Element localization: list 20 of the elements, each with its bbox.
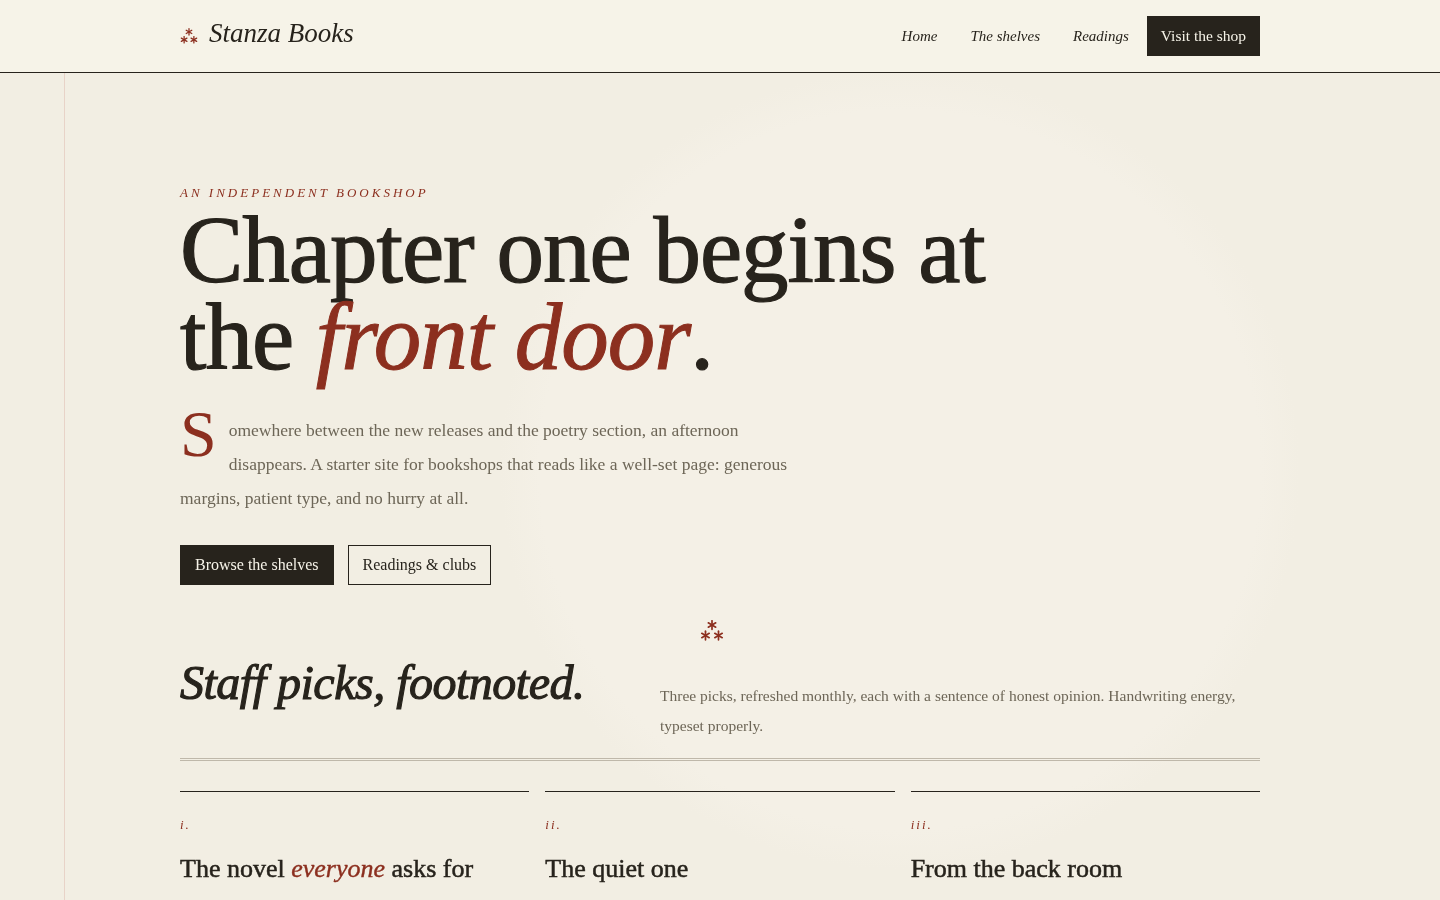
- nav-link[interactable]: The shelves: [970, 27, 1040, 45]
- hero-heading: Chapter one begins at the front door.: [180, 207, 986, 392]
- site-title[interactable]: Stanza Books: [209, 17, 354, 49]
- primary-button[interactable]: Browse the shelves: [180, 545, 334, 585]
- section-description: Three picks, refreshed monthly, each with a sentence of honest opinion. Handwriting energy, typeset properly.: [660, 686, 1237, 736]
- pick-numeral: i.: [180, 817, 192, 833]
- pick-numeral: iii.: [910, 817, 934, 833]
- pick-title: The novel everyone asks for: [180, 853, 475, 885]
- intro-paragraph: Somewhere between the new releases and the poetry section, an afternoon disappears. A starter site for bookshops that reads like a well-set page: generous margins, patient type, and no hurry at all.: [180, 413, 789, 510]
- section-heading: Staff picks, footnoted.: [180, 655, 586, 711]
- nav-link[interactable]: Readings: [1073, 27, 1129, 45]
- nav-link[interactable]: Home: [901, 27, 938, 45]
- secondary-button[interactable]: Readings & clubs: [347, 545, 492, 585]
- pick-title: From the back room: [910, 853, 1124, 885]
- asterism-icon: [180, 28, 198, 44]
- pick-title: The quiet one: [545, 853, 690, 885]
- asterism-ornament-icon: [700, 620, 724, 641]
- eyebrow-text: AN INDEPENDENT BOOKSHOP: [180, 185, 430, 201]
- shop-button[interactable]: Visit the shop: [1146, 16, 1260, 56]
- pick-numeral: ii.: [545, 817, 563, 833]
